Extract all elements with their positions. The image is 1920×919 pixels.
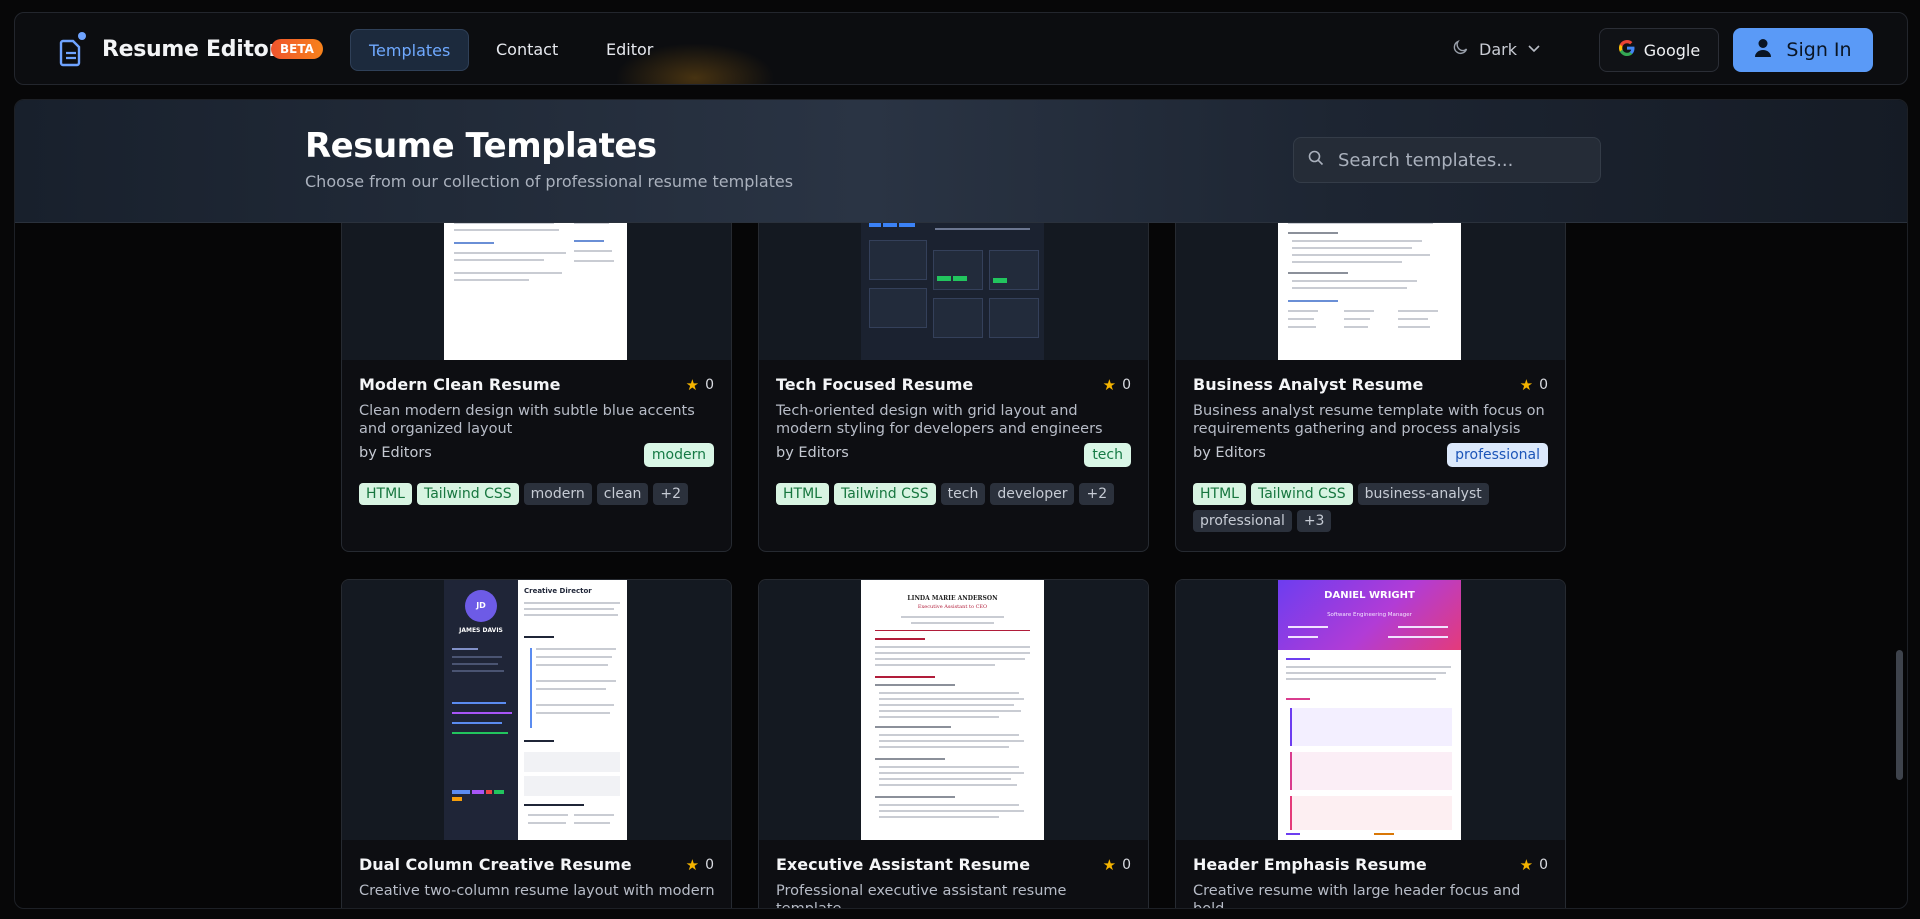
tag-more[interactable]: +2 xyxy=(1079,483,1115,505)
tab-templates[interactable]: Templates xyxy=(350,29,470,71)
page-header: Resume Templates Choose from our collect… xyxy=(15,100,1907,223)
category-badge: tech xyxy=(1084,443,1131,467)
star-icon: ★ xyxy=(685,376,700,394)
preview-name: JAMES DAVIS xyxy=(459,627,503,634)
tag: modern xyxy=(523,483,592,505)
card-rating: ★ 0 xyxy=(1102,376,1131,394)
card-title[interactable]: Executive Assistant Resume xyxy=(776,855,1030,874)
theme-selector[interactable]: Dark xyxy=(1453,39,1541,59)
card-rating: ★ 0 xyxy=(1519,376,1548,394)
app-title[interactable]: Resume Editor xyxy=(102,37,279,62)
page-subtitle: Choose from our collection of profession… xyxy=(305,172,794,191)
moon-icon xyxy=(1453,39,1469,59)
card-title[interactable]: Header Emphasis Resume xyxy=(1193,855,1427,874)
card-title[interactable]: Modern Clean Resume xyxy=(359,375,561,394)
preview-name: DANIEL WRIGHT xyxy=(1324,590,1415,601)
tag-list: HTML Tailwind CSS business-analyst profe… xyxy=(1193,483,1553,532)
template-card[interactable]: DANIEL WRIGHT Software Engineering Manag… xyxy=(1175,579,1566,909)
scrollbar-thumb[interactable] xyxy=(1896,650,1903,780)
resume-preview: DANIEL WRIGHT Software Engineering Manag… xyxy=(1278,580,1461,840)
template-card[interactable]: JD JAMES DAVIS Creative Director Dual Co… xyxy=(341,579,732,908)
tab-editor[interactable]: Editor xyxy=(588,29,671,71)
user-icon xyxy=(1754,38,1772,63)
search-input[interactable] xyxy=(1338,149,1578,171)
tag: developer xyxy=(990,483,1075,505)
category-badge: modern xyxy=(643,443,714,467)
card-title[interactable]: Dual Column Creative Resume xyxy=(359,855,632,874)
tag-list: HTML Tailwind CSS modern clean +2 xyxy=(359,483,719,505)
card-thumbnail[interactable]: LINDA MARIE ANDERSON Executive Assistant… xyxy=(759,580,1148,840)
tag: Tailwind CSS xyxy=(416,483,519,505)
preview-role: Executive Assistant to CEO xyxy=(917,604,988,610)
card-rating: ★ 0 xyxy=(685,856,714,874)
chevron-down-icon xyxy=(1527,40,1541,59)
top-navbar: Resume Editor BETA Templates Contact Edi… xyxy=(14,12,1908,85)
card-description: Clean modern design with subtle blue acc… xyxy=(359,403,695,437)
card-rating: ★ 0 xyxy=(685,376,714,394)
tag-list: HTML Tailwind CSS tech developer +2 xyxy=(776,483,1136,505)
card-description: Business analyst resume template with fo… xyxy=(1193,403,1545,437)
resume-preview: JD JAMES DAVIS Creative Director xyxy=(444,580,627,840)
tag: HTML xyxy=(359,483,412,505)
tag: clean xyxy=(596,483,649,505)
star-icon: ★ xyxy=(1102,376,1117,394)
preview-name: LINDA MARIE ANDERSON xyxy=(907,595,998,602)
category-badge: professional xyxy=(1447,443,1548,467)
google-signin-button[interactable]: Google xyxy=(1599,28,1719,72)
tag: tech xyxy=(940,483,986,505)
star-icon: ★ xyxy=(1102,856,1117,874)
card-rating: ★ 0 xyxy=(1519,856,1548,874)
resume-preview: LINDA MARIE ANDERSON Executive Assistant… xyxy=(861,580,1044,840)
card-thumbnail[interactable]: DANIEL WRIGHT Software Engineering Manag… xyxy=(1176,580,1565,840)
star-icon: ★ xyxy=(1519,856,1534,874)
star-icon: ★ xyxy=(1519,376,1534,394)
page-title: Resume Templates xyxy=(305,126,657,166)
card-description: Professional executive assistant resume … xyxy=(776,883,1067,909)
tag: Tailwind CSS xyxy=(1250,483,1353,505)
search-icon xyxy=(1308,150,1324,170)
preview-role: Software Engineering Manager xyxy=(1327,612,1412,618)
tag: HTML xyxy=(776,483,829,505)
card-author: by Editors xyxy=(359,445,432,461)
tag: business-analyst xyxy=(1357,483,1489,505)
tag-more[interactable]: +2 xyxy=(653,483,689,505)
card-rating: ★ 0 xyxy=(1102,856,1131,874)
tab-contact[interactable]: Contact xyxy=(478,29,576,71)
tag-more[interactable]: +3 xyxy=(1296,510,1332,532)
tag: professional xyxy=(1193,510,1292,532)
sign-in-button[interactable]: Sign In xyxy=(1733,28,1873,72)
avatar: JD xyxy=(465,590,497,622)
template-card[interactable]: LINDA MARIE ANDERSON Executive Assistant… xyxy=(758,579,1149,909)
card-title[interactable]: Tech Focused Resume xyxy=(776,375,973,394)
google-label: Google xyxy=(1643,40,1701,60)
card-description: Tech-oriented design with grid layout an… xyxy=(776,403,1103,437)
preview-role: Creative Director xyxy=(524,587,592,595)
search-box[interactable] xyxy=(1293,137,1601,183)
google-icon xyxy=(1618,39,1636,61)
tag: Tailwind CSS xyxy=(833,483,936,505)
beta-badge: BETA xyxy=(271,39,323,59)
card-description: Creative resume with large header focus … xyxy=(1193,883,1521,909)
card-title[interactable]: Business Analyst Resume xyxy=(1193,375,1423,394)
star-icon: ★ xyxy=(685,856,700,874)
card-author: by Editors xyxy=(776,445,849,461)
sign-in-label: Sign In xyxy=(1786,39,1852,61)
theme-label: Dark xyxy=(1479,39,1517,59)
card-thumbnail[interactable]: JD JAMES DAVIS Creative Director xyxy=(342,580,731,840)
card-author: by Editors xyxy=(1193,445,1266,461)
document-icon[interactable] xyxy=(57,31,87,67)
card-description: Creative two-column resume layout with m… xyxy=(359,883,715,899)
tag: HTML xyxy=(1193,483,1246,505)
main-panel: Resume Templates Choose from our collect… xyxy=(14,99,1908,909)
